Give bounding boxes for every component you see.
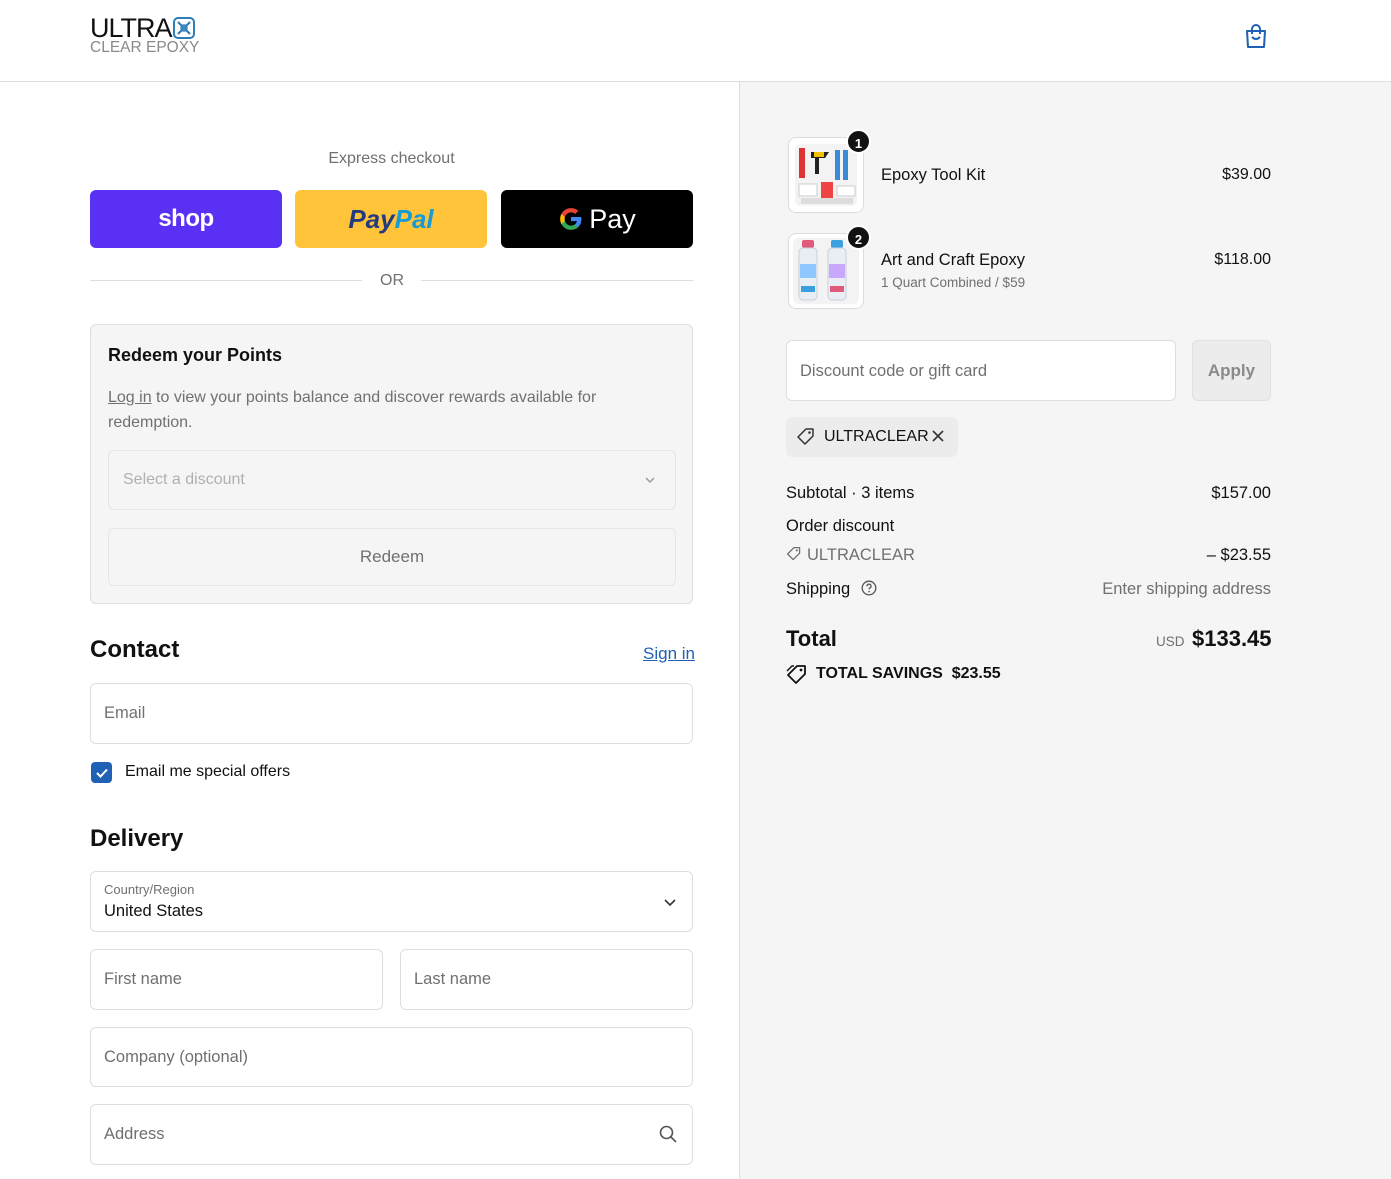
shop-pay-button[interactable]: shop [90, 190, 282, 248]
email-field[interactable]: Email [90, 683, 693, 744]
cart-button[interactable] [1242, 22, 1270, 50]
discount-code-input[interactable]: Discount code or gift card [786, 340, 1176, 401]
redeem-points-description: to view your points balance and discover… [108, 389, 597, 431]
select-discount-placeholder: Select a discount [123, 471, 245, 488]
redeem-button[interactable]: Redeem [108, 528, 676, 586]
google-pay-label: Pay [589, 203, 636, 234]
divider-right [421, 280, 693, 281]
first-name-field[interactable]: First name [90, 949, 383, 1010]
discount-value: – $23.55 [1206, 546, 1271, 564]
address-field[interactable]: Address [90, 1104, 693, 1165]
applied-discount-chip: ULTRACLEAR [786, 417, 958, 457]
search-icon[interactable] [658, 1124, 678, 1144]
country-select[interactable]: Country/Region United States [90, 871, 693, 932]
logo-tagline: CLEAR EPOXY [90, 39, 200, 56]
discount-code-placeholder: Discount code or gift card [800, 362, 988, 380]
divider-left [90, 280, 362, 281]
discount-code-row: ULTRACLEAR – $23.55 [786, 546, 1271, 565]
item-thumbnail-epoxy-tool-kit: 1 [788, 129, 871, 213]
apply-discount-button[interactable]: Apply [1192, 340, 1271, 401]
order-discount-label: Order discount [786, 517, 895, 535]
company-placeholder: Company (optional) [104, 1047, 248, 1066]
total-savings-label: TOTAL SAVINGS [816, 665, 943, 682]
country-label: Country/Region [104, 882, 195, 897]
email-offers-label: Email me special offers [125, 763, 291, 780]
applied-discount-code: ULTRACLEAR [824, 428, 929, 445]
shopping-bag-icon [1246, 24, 1266, 48]
item-name: Art and Craft Epoxy [881, 251, 1025, 269]
order-discount-row: Order discount [786, 517, 1271, 536]
last-name-field[interactable]: Last name [400, 949, 693, 1010]
subtotal-label: Subtotal · 3 items [786, 484, 915, 502]
last-name-placeholder: Last name [414, 970, 492, 988]
email-offers-checkbox[interactable] [91, 762, 112, 783]
redeem-points-text: Log in to view your points balance and d… [108, 385, 648, 435]
company-field[interactable]: Company (optional) [90, 1027, 693, 1087]
shop-pay-label: shop [158, 205, 214, 232]
log-in-link[interactable]: Log in [108, 389, 152, 406]
sign-in-link[interactable]: Sign in [643, 644, 695, 664]
subtotal-row: Subtotal · 3 items $157.00 [786, 484, 1271, 503]
shipping-label: Shipping [786, 580, 851, 598]
express-checkout-title: Express checkout [328, 150, 455, 167]
item-price: $118.00 [1214, 251, 1271, 268]
item-quantity-badge: 1 [846, 129, 871, 154]
subtotal-value: $157.00 [1211, 484, 1271, 502]
total-currency: USD [1156, 634, 1185, 649]
delivery-heading: Delivery [90, 825, 184, 852]
paypal-label-pal: Pal [394, 203, 434, 234]
country-value: United States [104, 902, 204, 920]
select-discount-dropdown[interactable]: Select a discount [108, 450, 676, 510]
first-name-placeholder: First name [104, 970, 182, 988]
shipping-value: Enter shipping address [1102, 580, 1271, 598]
item-variant: 1 Quart Combined / $59 [881, 275, 1026, 290]
total-savings-value: $23.55 [951, 665, 1001, 682]
discount-code-label: ULTRACLEAR [807, 546, 915, 564]
chevron-down-icon [645, 477, 655, 484]
tag-icon [786, 546, 801, 561]
google-pay-button[interactable]: Pay [501, 190, 693, 248]
item-thumbnail-art-craft-epoxy: 2 [788, 225, 871, 309]
site-header: ULTRA CLEAR EPOXY [0, 0, 1391, 82]
logo-mark-icon [172, 17, 195, 39]
or-separator: OR [380, 272, 404, 289]
brand-logo[interactable]: ULTRA CLEAR EPOXY [90, 14, 210, 60]
total-label: Total [786, 626, 837, 651]
help-circle-icon[interactable] [861, 580, 877, 596]
item-quantity-badge: 2 [846, 225, 871, 250]
checkmark-icon [95, 768, 108, 778]
total-value: $133.45 [1192, 626, 1272, 651]
redeem-points-title: Redeem your Points [108, 345, 283, 365]
item-name: Epoxy Tool Kit [881, 166, 986, 184]
tag-icon [797, 428, 814, 445]
address-placeholder: Address [104, 1125, 165, 1143]
shipping-row: Shipping Enter shipping address [786, 580, 1271, 599]
chevron-down-icon [664, 899, 676, 907]
savings-tag-icon [786, 665, 806, 684]
paypal-button[interactable]: Pay Pal [295, 190, 487, 248]
contact-heading: Contact [90, 636, 180, 663]
item-price: $39.00 [1222, 166, 1271, 183]
email-placeholder: Email [104, 704, 146, 722]
close-icon[interactable] [930, 428, 946, 444]
google-g-icon [560, 208, 582, 230]
redeem-points-box: Redeem your Points Log in to view your p… [90, 324, 693, 604]
total-savings: TOTAL SAVINGS $23.55 [786, 664, 1001, 684]
paypal-label-pay: Pay [348, 203, 395, 234]
